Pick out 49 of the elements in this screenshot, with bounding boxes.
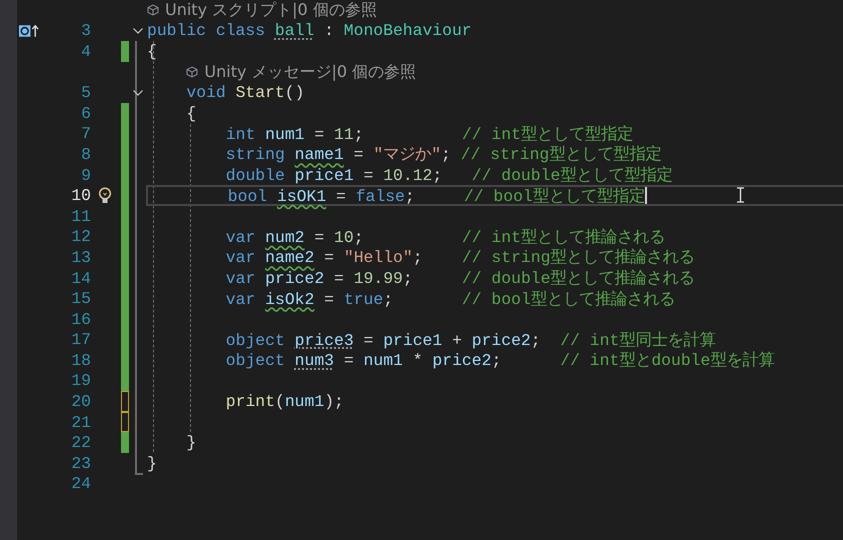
code-line: { <box>186 104 196 123</box>
line-number: 20 <box>71 392 91 412</box>
code-line: void Start() <box>186 83 304 102</box>
code-line: public class ball : MonoBehaviour <box>147 21 472 40</box>
line-number: 10 <box>71 186 91 206</box>
code-line: var num2 = 10; // int型として推論される <box>226 226 665 248</box>
line-number: 3 <box>81 21 91 40</box>
line-number: 18 <box>71 350 91 370</box>
codelens-text[interactable]: Unity スクリプト|0 個の参照 <box>165 0 377 21</box>
line-number: 6 <box>81 104 91 123</box>
code-line: var isOk2 = true; // bool型として推論される <box>226 288 675 310</box>
code-line: { <box>147 42 157 61</box>
line-number: 4 <box>81 42 91 61</box>
text-cursor-icon <box>736 187 745 204</box>
implements-glyph-icon[interactable] <box>19 24 40 38</box>
line-number: 8 <box>81 144 91 164</box>
text-caret <box>644 187 647 204</box>
line-number: 17 <box>71 330 91 350</box>
code-line: } <box>147 454 157 473</box>
code-line: object num3 = num1 * price2; // int型とdouble型を計算 <box>226 350 774 372</box>
line-number: 15 <box>71 289 91 308</box>
code-line: int num1 = 11; // int型として型指定 <box>226 124 633 145</box>
chevron-icon[interactable] <box>133 28 143 34</box>
lightbulb-icon[interactable] <box>98 186 112 205</box>
line-number: 21 <box>71 412 91 432</box>
code-line: double price1 = 10.12; // double型として型指定 <box>226 165 672 186</box>
line-number: 24 <box>71 474 91 494</box>
code-line: } <box>186 433 196 452</box>
line-number: 19 <box>71 371 91 390</box>
line-number: 11 <box>71 206 91 226</box>
line-number: 7 <box>81 124 91 144</box>
codelens-text[interactable]: Unity メッセージ|0 個の参照 <box>204 62 416 83</box>
line-number: 22 <box>71 433 91 452</box>
code-line: var price2 = 19.99; // double型として推論される <box>226 268 694 290</box>
line-number: 16 <box>71 310 91 329</box>
code-line: var name2 = "Hello"; // string型として推論される <box>226 247 694 268</box>
code-line: string name1 = "マジか"; // string型として型指定 <box>226 144 662 166</box>
line-number: 23 <box>71 454 91 473</box>
cube-icon <box>186 66 198 78</box>
line-number: 5 <box>81 83 91 102</box>
line-number: 12 <box>71 227 91 246</box>
code-line: bool isOK1 = false; // bool型として型指定 <box>228 186 645 207</box>
chevron-icon[interactable] <box>133 90 143 96</box>
line-number: 9 <box>81 166 91 185</box>
code-line: object price3 = price1 + price2; // int型同士を計算 <box>226 330 716 351</box>
code-line: print(num1); <box>226 392 344 412</box>
line-number: 13 <box>71 248 91 267</box>
cube-icon <box>147 4 159 16</box>
line-number: 14 <box>71 268 91 288</box>
